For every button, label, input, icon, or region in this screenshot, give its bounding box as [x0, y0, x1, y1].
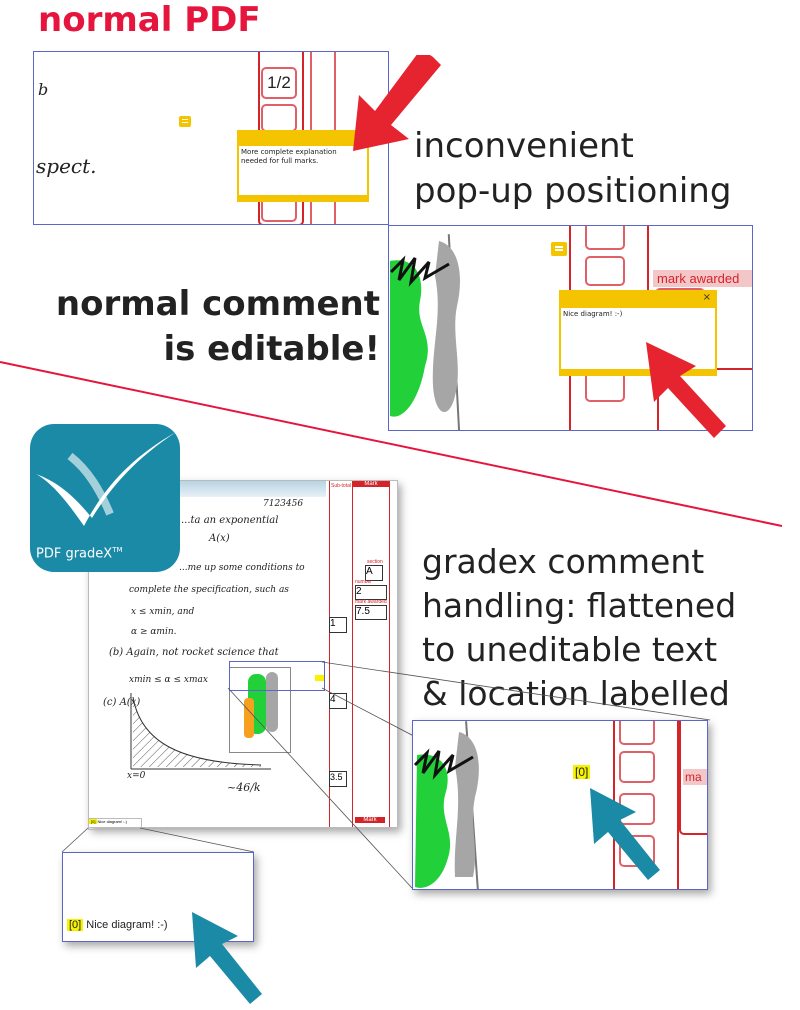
- teal-arrow-zoom: [590, 788, 660, 880]
- location-tag: [0]: [573, 765, 591, 779]
- teal-arrow-footer: [192, 912, 262, 1004]
- footer-comment-tag: [0]: [67, 919, 84, 931]
- mark-box[interactable]: [619, 751, 655, 783]
- black-scribble: [413, 748, 474, 780]
- footer-comment-text: Nice diagram! :-): [86, 919, 168, 931]
- mark-awarded-panel: ma: [679, 721, 707, 835]
- footer-comment: [0] Nice diagram! :-): [67, 919, 168, 931]
- mark-awarded-label: ma: [683, 769, 707, 785]
- mark-box[interactable]: [619, 721, 655, 745]
